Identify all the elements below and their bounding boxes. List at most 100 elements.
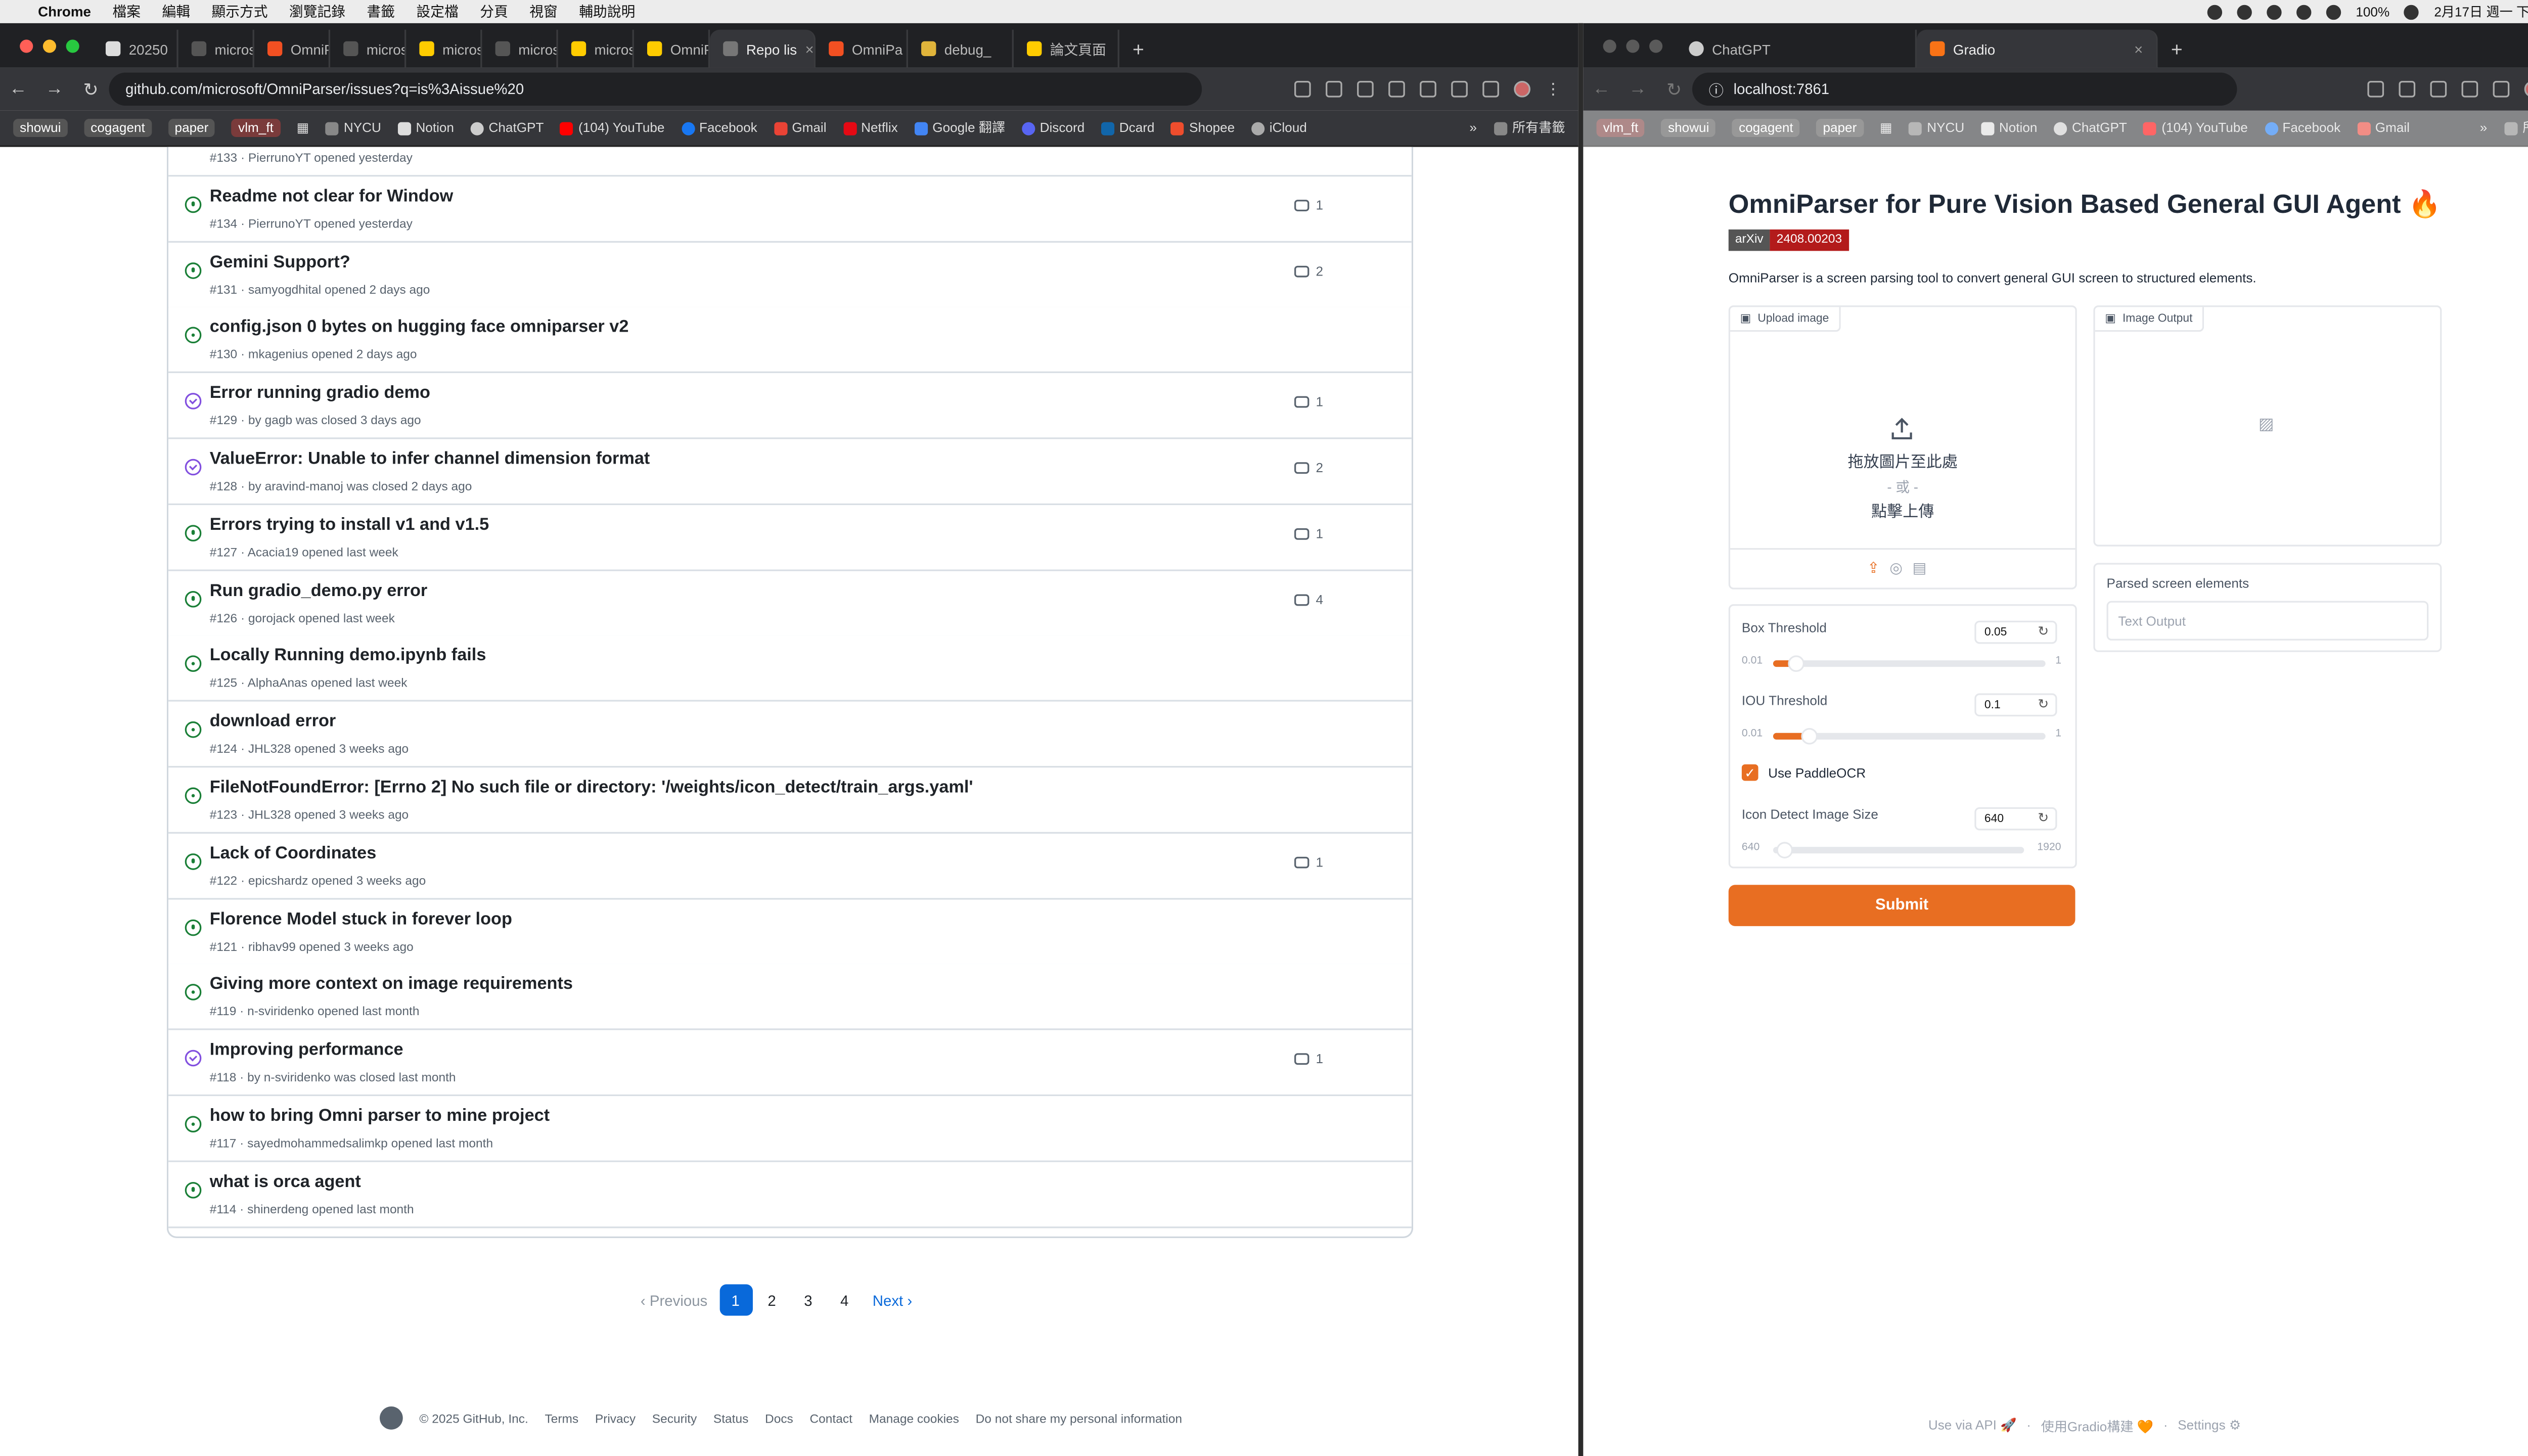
menu-item-help[interactable]: 輔助說明 (579, 2, 635, 21)
back-icon[interactable]: ← (0, 79, 36, 99)
page-link-1[interactable]: 1 (719, 1284, 752, 1316)
address-bar[interactable]: github.com/microsoft/OmniParser/issues?q… (109, 72, 1202, 106)
clock[interactable]: 2月17日 週一 下午 2:49 (2434, 3, 2528, 21)
box-threshold-slider[interactable] (1773, 655, 2046, 672)
translate-icon[interactable] (1326, 80, 1342, 98)
menu-item-tab[interactable]: 分頁 (480, 2, 508, 21)
bookmark-chip[interactable]: showui (13, 119, 68, 138)
footer-link[interactable]: Status (713, 1410, 748, 1425)
bookmark-item[interactable]: Notion (1980, 120, 2037, 135)
footer-link[interactable]: Privacy (595, 1410, 636, 1425)
footer-link[interactable]: Security (652, 1410, 697, 1425)
apps-icon[interactable]: ▦ (1880, 120, 1892, 135)
install-icon[interactable] (1294, 80, 1311, 98)
chevron-right-icon[interactable]: » (2480, 120, 2488, 135)
bookmark-chip[interactable]: vlm_ft (232, 119, 280, 138)
previous-page-link[interactable]: ‹ Previous (641, 1292, 707, 1308)
reload-icon[interactable]: ↻ (1656, 78, 1692, 100)
browser-tab[interactable]: micros (330, 29, 407, 68)
footer-link[interactable]: Terms (545, 1410, 578, 1425)
iou-threshold-slider[interactable] (1773, 727, 2046, 745)
browser-tab[interactable]: OmniPa (634, 29, 710, 68)
slider-thumb[interactable] (1776, 842, 1793, 858)
search-icon[interactable] (2404, 4, 2419, 19)
chevron-right-icon[interactable]: » (1469, 120, 1477, 135)
bookmark-item[interactable]: (104) YouTube (2143, 120, 2248, 135)
menu-item-file[interactable]: 檔案 (112, 2, 141, 21)
browser-tab[interactable]: 20250× (93, 29, 178, 68)
issue-row[interactable]: Locally Running demo.ipynb fails #125 · A… (168, 636, 1412, 703)
bookmark-item[interactable]: iCloud (1251, 120, 1307, 135)
bookmark-item[interactable]: Facebook (2264, 120, 2340, 135)
bookmark-chip[interactable]: vlm_ft (1596, 119, 1645, 138)
address-bar[interactable]: ⓘ localhost:7861 (1692, 72, 2237, 106)
icon-size-input[interactable]: 640 ↻ (1974, 807, 2057, 831)
menu-item-bookmarks[interactable]: 書籤 (367, 2, 395, 21)
issue-row[interactable]: FileNotFoundError: [Errno 2] No such fil… (168, 767, 1412, 834)
reset-icon[interactable]: ↻ (2038, 810, 2049, 825)
paddleocr-checkbox-row[interactable]: ✓ Use PaddleOCR (1741, 764, 1866, 781)
issue-title[interactable]: Errors trying to install v1 and v1.5 (210, 515, 489, 534)
issue-title[interactable]: Lack of Coordinates (210, 843, 377, 863)
issue-row[interactable]: Run gradio_demo.py error #126 · gorojack … (168, 570, 1412, 637)
all-bookmarks[interactable]: » 所有書籤 (2480, 119, 2528, 137)
menu-app-name[interactable]: Chrome (38, 4, 91, 20)
footer-link[interactable]: Contact (809, 1410, 852, 1425)
bookmark-item[interactable]: NYCU (325, 120, 381, 135)
browser-tab[interactable]: micros (178, 29, 254, 68)
extension-icon[interactable] (1420, 80, 1436, 98)
issue-row[interactable]: Improving performance #118 · by n-sviride… (168, 1030, 1412, 1097)
browser-tab[interactable]: OmniPa (816, 29, 908, 68)
puzzle-icon[interactable] (1482, 80, 1499, 98)
menu-item-window[interactable]: 視窗 (529, 2, 558, 21)
icon-size-slider[interactable] (1773, 842, 2024, 858)
star-icon[interactable] (2493, 80, 2510, 98)
bookmark-item[interactable]: Gmail (2357, 120, 2410, 135)
comment-count[interactable]: 2 (1294, 461, 1323, 475)
issue-title[interactable]: config.json 0 bytes on hugging face omni… (210, 317, 629, 337)
bookmark-chip[interactable]: showui (1661, 119, 1716, 138)
issue-title[interactable]: Run gradio_demo.py error (210, 580, 428, 600)
footer-link[interactable]: Manage cookies (869, 1410, 959, 1425)
issue-title[interactable]: how to bring Omni parser to mine project (210, 1106, 550, 1126)
issue-row[interactable]: Readme not clear for Window #134 · Pierru… (168, 176, 1412, 243)
avatar[interactable] (2524, 80, 2528, 98)
slider-thumb[interactable] (1787, 655, 1804, 672)
issue-row[interactable]: Readme not clear for Window#133 · Pierru… (168, 147, 1412, 177)
bookmark-item[interactable]: Facebook (681, 120, 757, 135)
puzzle-icon[interactable] (2461, 80, 2478, 98)
bookmark-item[interactable]: ChatGPT (2054, 120, 2127, 135)
issue-title[interactable]: Florence Model stuck in forever loop (210, 909, 512, 929)
comment-count[interactable]: 1 (1294, 855, 1323, 870)
iou-threshold-input[interactable]: 0.1 ↻ (1974, 693, 2057, 717)
new-tab-button[interactable]: + (1119, 30, 1152, 68)
star-icon[interactable] (1357, 80, 1374, 98)
github-logo-icon[interactable] (380, 1406, 403, 1430)
page-link-2[interactable]: 2 (755, 1284, 788, 1315)
status-icon[interactable] (2296, 4, 2312, 19)
close-icon[interactable]: × (2134, 40, 2143, 57)
bookmark-chip[interactable]: cogagent (84, 119, 152, 138)
submit-button[interactable]: Submit (1728, 885, 2075, 926)
issue-row[interactable]: what is orca agent #114 · shinerdeng open… (168, 1162, 1412, 1228)
comment-count[interactable]: 1 (1294, 198, 1323, 213)
comment-count[interactable]: 1 (1294, 1052, 1323, 1067)
browser-tab-active[interactable]: Gradio × (1917, 29, 2158, 68)
page-link-4[interactable]: 4 (828, 1284, 861, 1315)
browser-tab-active[interactable]: Repo lis × (710, 29, 816, 68)
slider-thumb[interactable] (1800, 727, 1818, 745)
bookmark-chip[interactable]: paper (168, 119, 215, 138)
upload-source-icon[interactable]: ⇪ (1867, 560, 1880, 578)
reset-icon[interactable]: ↻ (2038, 697, 2049, 711)
reload-icon[interactable]: ↻ (73, 78, 109, 100)
issue-title[interactable]: Locally Running demo.ipynb fails (210, 646, 486, 666)
browser-tab[interactable]: OmniPa (254, 29, 331, 68)
bookmark-item[interactable]: Gmail (774, 120, 827, 135)
close-icon[interactable]: × (805, 40, 814, 57)
forward-icon[interactable]: → (1619, 79, 1656, 99)
settings-link[interactable]: Settings ⚙ (2178, 1418, 2241, 1436)
bookmark-chip[interactable]: paper (1816, 119, 1864, 138)
menu-item-profiles[interactable]: 設定檔 (417, 2, 459, 21)
reset-icon[interactable]: ↻ (2038, 624, 2049, 639)
close-window-button[interactable] (20, 38, 33, 52)
